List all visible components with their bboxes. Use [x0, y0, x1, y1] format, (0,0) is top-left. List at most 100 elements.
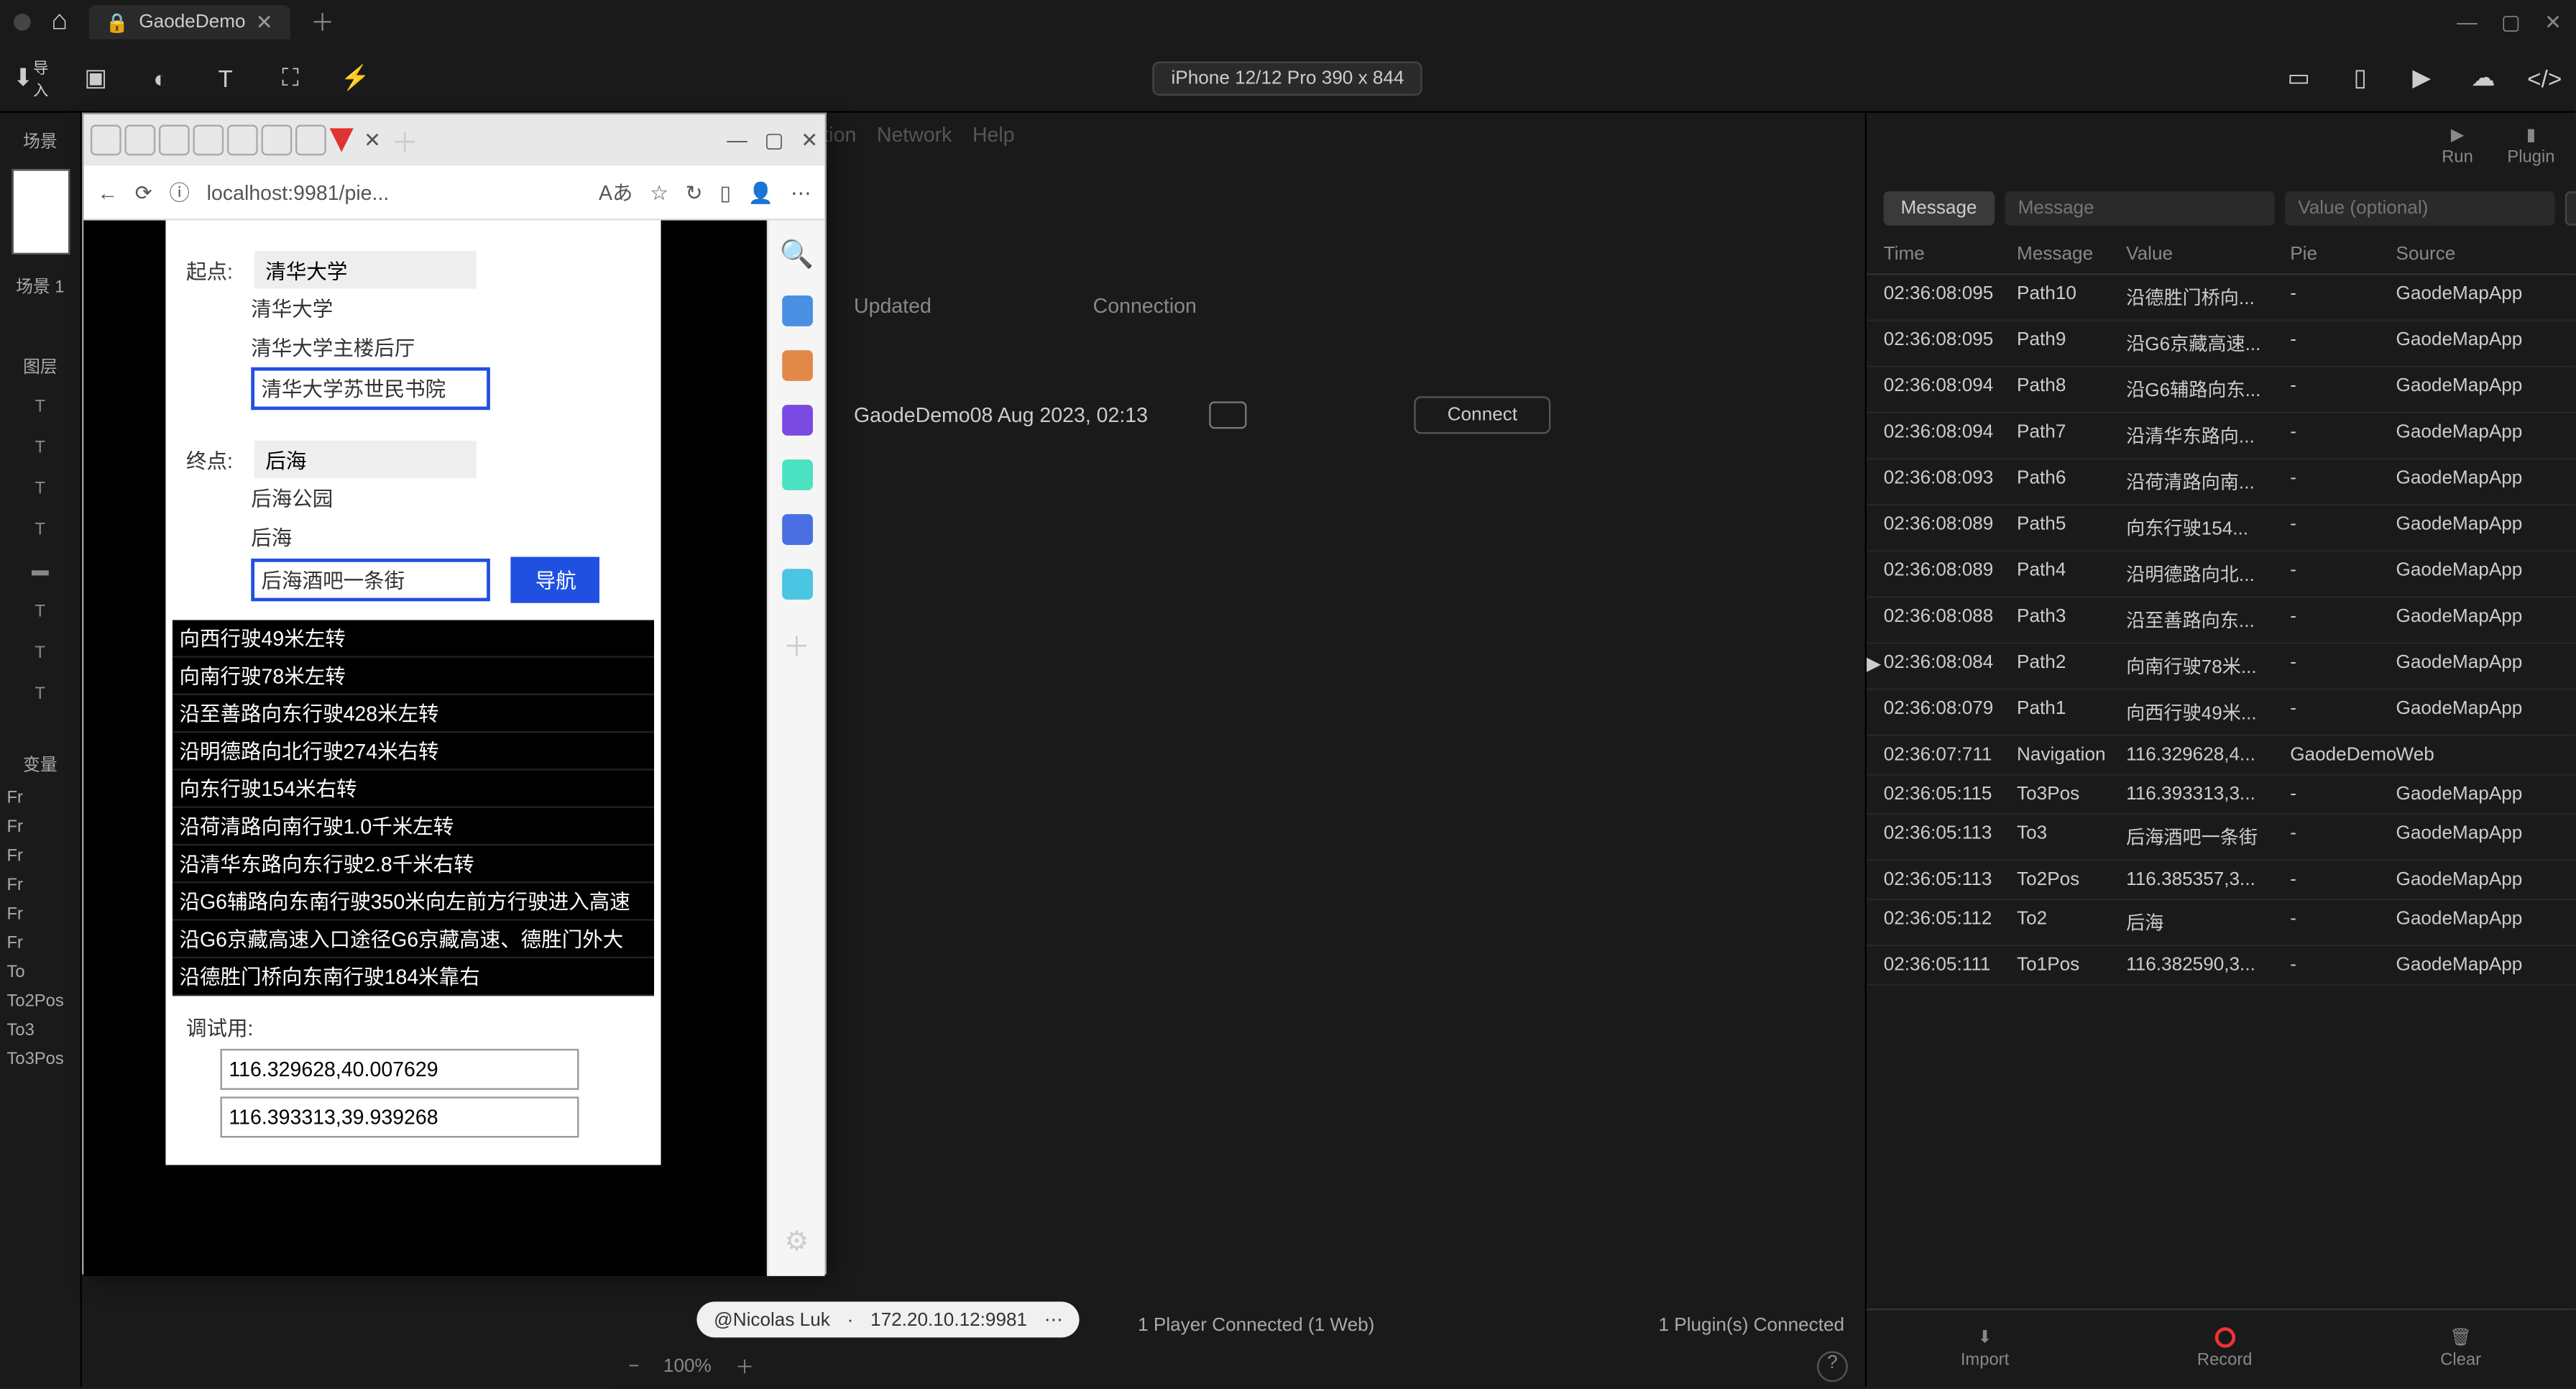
tag-icon[interactable]: [781, 295, 812, 326]
end-input[interactable]: [255, 441, 477, 478]
import-icon[interactable]: ⬇导入: [14, 60, 48, 95]
menu-item[interactable]: Network: [877, 123, 952, 147]
table-row[interactable]: 02:36:05:113To2Pos116.385357,3...-GaodeM…: [1867, 861, 2575, 901]
table-row[interactable]: 02:36:08:095Path10沿德胜门桥向...-GaodeMapApp: [1867, 275, 2575, 321]
message-input[interactable]: [2005, 191, 2274, 226]
layer-text-icon[interactable]: T: [0, 510, 80, 548]
suggestion[interactable]: 清华大学主楼后厅: [186, 328, 640, 367]
layer-text-icon[interactable]: T: [0, 469, 80, 507]
table-row[interactable]: 02:36:08:094Path8沿G6辅路向东...-GaodeMapApp: [1867, 367, 2575, 413]
zoom-in-icon[interactable]: ＋: [735, 1353, 754, 1380]
new-tab-icon[interactable]: ＋: [310, 5, 334, 40]
cloud-icon[interactable]: ☁: [2466, 60, 2501, 95]
send-icon[interactable]: [781, 569, 812, 600]
win-min-icon[interactable]: —: [2457, 10, 2478, 34]
bolt-icon[interactable]: ⚡: [338, 60, 372, 95]
navigate-button[interactable]: 导航: [512, 557, 601, 603]
win-min-icon[interactable]: —: [727, 128, 748, 152]
help-icon[interactable]: ?: [1817, 1351, 1848, 1382]
table-row[interactable]: ▶02:36:08:084Path2向南行驶78米...-GaodeMapApp: [1867, 644, 2575, 690]
add-icon[interactable]: ＋: [783, 623, 810, 664]
url-field[interactable]: localhost:9981/pie...: [207, 180, 582, 204]
win-max-icon[interactable]: ▢: [2501, 10, 2521, 34]
record-button[interactable]: Record: [2197, 1327, 2253, 1370]
suggestion-selected[interactable]: 后海酒吧一条街: [251, 559, 490, 601]
table-row[interactable]: 02:36:08:093Path6沿荷清路向南...-GaodeMapApp: [1867, 459, 2575, 505]
suggestion-selected[interactable]: 清华大学苏世民书院: [251, 367, 490, 410]
split-icon[interactable]: ▯: [719, 180, 731, 204]
new-tab-icon[interactable]: ＋: [391, 119, 418, 160]
tab-icon[interactable]: [124, 124, 155, 155]
sync-icon[interactable]: ↻: [686, 180, 703, 204]
app-icon[interactable]: [781, 405, 812, 436]
refresh-icon[interactable]: ⟳: [135, 180, 152, 204]
star-icon[interactable]: ☆: [650, 180, 668, 204]
tab-icon[interactable]: [295, 124, 326, 155]
code-icon[interactable]: </>: [2527, 60, 2562, 95]
shop-icon[interactable]: [781, 350, 812, 381]
connect-button[interactable]: Connect: [1414, 396, 1550, 434]
tab-icon[interactable]: [227, 124, 258, 155]
play-icon[interactable]: ▶: [2404, 60, 2439, 95]
var-item[interactable]: Fr: [0, 902, 80, 928]
table-row[interactable]: 02:36:08:079Path1向西行驶49米...-GaodeMapApp: [1867, 690, 2575, 736]
panel1-icon[interactable]: ▭: [2281, 60, 2316, 95]
crop-icon[interactable]: ⛶: [273, 60, 308, 95]
layer-text-icon[interactable]: T: [0, 675, 80, 712]
var-item[interactable]: Fr: [0, 873, 80, 899]
layer-text-icon[interactable]: T: [0, 633, 80, 671]
menu-item[interactable]: Help: [972, 123, 1015, 147]
profile-icon[interactable]: 👤: [748, 180, 774, 204]
table-row[interactable]: 02:36:05:115To3Pos116.393313,3...-GaodeM…: [1867, 776, 2575, 815]
device-selector[interactable]: iPhone 12/12 Pro 390 x 844: [1152, 60, 1422, 95]
table-row[interactable]: 02:36:05:113To3后海酒吧一条街-GaodeMapApp: [1867, 815, 2575, 861]
table-row[interactable]: 02:36:05:111To1Pos116.382590,3...-GaodeM…: [1867, 946, 2575, 986]
active-tab-icon[interactable]: [330, 128, 354, 152]
table-row[interactable]: 02:36:08:088Path3沿至善路向东...-GaodeMapApp: [1867, 598, 2575, 644]
import-button[interactable]: ⬇Import: [1961, 1328, 2009, 1369]
var-item[interactable]: Fr: [0, 931, 80, 957]
reader-icon[interactable]: Aあ: [599, 178, 633, 206]
text-icon[interactable]: T: [208, 60, 243, 95]
home-icon[interactable]: ⌂: [51, 7, 68, 38]
var-item[interactable]: To2Pos: [0, 989, 80, 1015]
debug-input-2[interactable]: [221, 1096, 579, 1137]
layer-text-icon[interactable]: T: [0, 592, 80, 630]
table-row[interactable]: 02:36:08:089Path4沿明德路向北...-GaodeMapApp: [1867, 551, 2575, 597]
phone-icon[interactable]: ▯: [2343, 60, 2378, 95]
clear-button[interactable]: 🗑Clear: [2440, 1328, 2481, 1369]
table-row[interactable]: 02:36:08:095Path9沿G6京藏高速...-GaodeMapApp: [1867, 321, 2575, 367]
var-item[interactable]: To: [0, 960, 80, 986]
more-icon[interactable]: ⋯: [791, 180, 811, 204]
table-row[interactable]: 02:36:08:094Path7沿清华东路向...-GaodeMapApp: [1867, 413, 2575, 459]
suggestion[interactable]: 后海: [186, 518, 640, 557]
message-tab[interactable]: Message: [1884, 191, 1995, 226]
mail-icon[interactable]: [781, 514, 812, 545]
layer-rect-icon[interactable]: ▬: [0, 551, 80, 589]
run-button[interactable]: ▶Run: [2442, 127, 2473, 168]
table-row[interactable]: 02:36:05:112To2后海-GaodeMapApp: [1867, 900, 2575, 946]
gear-icon[interactable]: ⚙: [784, 1225, 809, 1260]
app-icon[interactable]: [781, 459, 812, 490]
var-item[interactable]: To3: [0, 1018, 80, 1044]
close-icon[interactable]: ✕: [256, 10, 273, 34]
search-icon[interactable]: 🔍: [780, 237, 814, 272]
image-icon[interactable]: ▣: [78, 60, 113, 95]
debug-input-1[interactable]: [221, 1049, 579, 1090]
table-row[interactable]: 02:36:08:089Path5向东行驶154...-GaodeMapApp: [1867, 505, 2575, 551]
back-icon[interactable]: ←: [97, 180, 118, 204]
win-close-icon[interactable]: ✕: [801, 128, 818, 152]
tab-icon[interactable]: [91, 124, 121, 155]
zoom-out-icon[interactable]: −: [628, 1357, 639, 1377]
tab-icon[interactable]: [159, 124, 190, 155]
start-input[interactable]: [255, 251, 477, 288]
suggestion[interactable]: 后海公园: [186, 478, 640, 518]
layer-text-icon[interactable]: T: [0, 388, 80, 425]
shape-icon[interactable]: ◐: [144, 60, 178, 95]
plugin-button[interactable]: ▮Plugin: [2507, 127, 2554, 168]
layer-text-icon[interactable]: T: [0, 428, 80, 466]
var-item[interactable]: Fr: [0, 844, 80, 870]
tab-icon[interactable]: [262, 124, 293, 155]
win-close-icon[interactable]: ✕: [2544, 10, 2562, 34]
suggestion[interactable]: 清华大学: [186, 289, 640, 329]
